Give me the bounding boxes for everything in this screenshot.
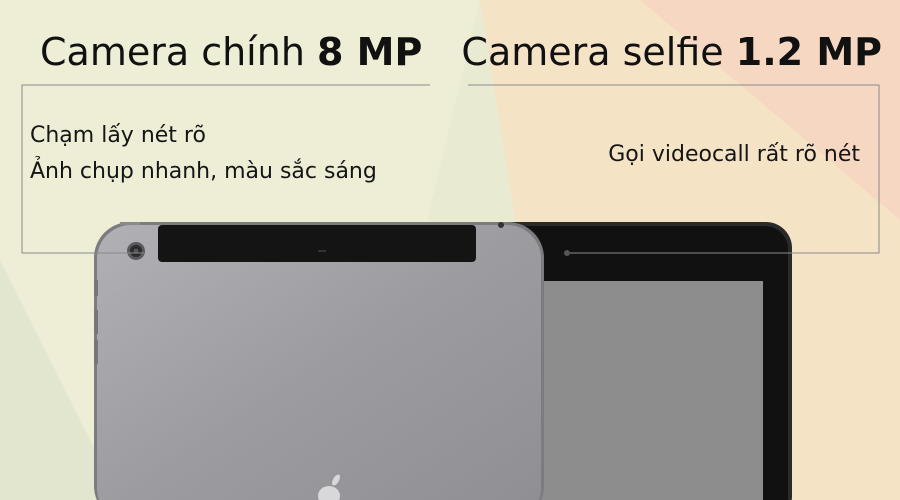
selfie-camera-heading: Camera selfie 1.2 MP [461,30,882,74]
main-camera-notes: Chạm lấy nét rõ Ảnh chụp nhanh, màu sắc … [30,118,377,190]
main-camera-value: 8 MP [317,30,423,74]
selfie-camera-value: 1.2 MP [735,30,882,74]
callout-frames [21,84,880,254]
main-camera-note: Chạm lấy nét rõ [30,123,206,148]
selfie-camera-note: Gọi videocall rất rõ nét [608,142,860,167]
selfie-camera-notes: Gọi videocall rất rõ nét [608,137,860,173]
selfie-camera-label: Camera selfie [461,30,724,74]
main-camera-heading: Camera chính 8 MP [40,30,422,74]
main-camera-note: Ảnh chụp nhanh, màu sắc sáng [30,159,377,184]
main-camera-label: Camera chính [40,30,305,74]
